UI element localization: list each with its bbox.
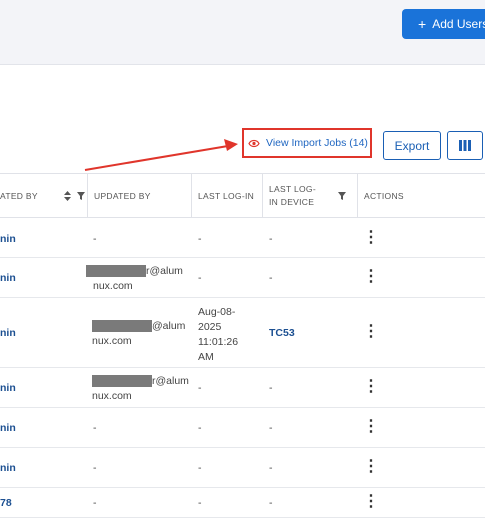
last-login-cell: - xyxy=(198,462,202,474)
created-by-cell[interactable]: nin xyxy=(0,382,16,394)
table-row: nin r@alum nux.com - - ⋮ xyxy=(0,258,485,298)
col-updated-by[interactable]: UPDATED BY xyxy=(87,174,191,218)
add-users-button[interactable]: + Add Users xyxy=(402,9,485,39)
updated-by-cell: r@alum nux.com xyxy=(92,375,189,402)
created-by-cell[interactable]: 78 xyxy=(0,497,12,509)
updated-by-cell: @alum nux.com xyxy=(92,320,186,347)
created-by-cell[interactable]: nin xyxy=(0,327,16,339)
eye-icon xyxy=(248,139,260,147)
col-created-by[interactable]: ATED BY xyxy=(0,174,87,218)
kebab-icon[interactable]: ⋮ xyxy=(363,459,379,475)
last-login-cell: - xyxy=(198,272,202,284)
columns-button[interactable] xyxy=(447,131,483,160)
kebab-icon[interactable]: ⋮ xyxy=(363,230,379,246)
created-by-cell[interactable]: nin xyxy=(0,233,16,245)
redacted-email xyxy=(92,375,152,388)
updated-by-cell: r@alum nux.com xyxy=(86,264,183,294)
table-row: nin - - - ⋮ xyxy=(0,448,485,488)
kebab-icon[interactable]: ⋮ xyxy=(363,419,379,435)
last-login-cell: - xyxy=(198,497,202,509)
device-cell: - xyxy=(269,272,273,284)
kebab-icon[interactable]: ⋮ xyxy=(363,324,379,340)
add-users-label: Add Users xyxy=(432,17,485,31)
redacted-email xyxy=(86,265,146,278)
device-cell: - xyxy=(269,422,273,434)
table-row: nin - - - ⋮ xyxy=(0,408,485,448)
updated-by-cell: - xyxy=(93,422,97,434)
updated-by-cell: - xyxy=(93,497,97,509)
device-cell: - xyxy=(269,233,273,245)
top-header: + Add Users xyxy=(0,0,485,65)
table-row: nin @alum nux.com Aug-08- 2025 11:01:26 … xyxy=(0,298,485,368)
last-login-cell: - xyxy=(198,233,202,245)
last-login-cell: Aug-08- 2025 11:01:26 AM xyxy=(198,306,239,363)
device-cell: - xyxy=(269,382,273,394)
kebab-icon[interactable]: ⋮ xyxy=(363,379,379,395)
kebab-icon[interactable]: ⋮ xyxy=(363,269,379,285)
table-row: 78 - - - ⋮ xyxy=(0,488,485,518)
filter-icon[interactable] xyxy=(76,192,85,200)
device-cell: - xyxy=(269,462,273,474)
created-by-cell[interactable]: nin xyxy=(0,422,16,434)
columns-icon xyxy=(459,140,471,151)
table-row: nin r@alum nux.com - - ⋮ xyxy=(0,368,485,408)
last-login-cell: - xyxy=(198,382,202,394)
updated-by-cell: - xyxy=(93,462,97,474)
export-button[interactable]: Export xyxy=(383,131,441,160)
redacted-email xyxy=(92,320,152,333)
table-row: nin - - - ⋮ xyxy=(0,218,485,258)
export-label: Export xyxy=(394,138,430,153)
col-last-login[interactable]: LAST LOG-IN xyxy=(191,174,262,218)
col-last-login-device[interactable]: LAST LOG- IN DEVICE xyxy=(262,174,357,218)
view-import-jobs-link[interactable]: View Import Jobs (14) xyxy=(242,128,372,158)
col-actions: ACTIONS xyxy=(357,174,485,218)
table-header: ATED BY UPDATED BY LAST LOG-IN LAST LOG-… xyxy=(0,173,485,218)
filter-icon[interactable] xyxy=(337,192,346,200)
device-cell: - xyxy=(269,497,273,509)
device-cell[interactable]: TC53 xyxy=(269,327,295,339)
sort-icon[interactable] xyxy=(63,191,71,201)
plus-icon: + xyxy=(418,16,427,32)
view-import-jobs-label: View Import Jobs (14) xyxy=(266,137,368,149)
last-login-cell: - xyxy=(198,422,202,434)
created-by-cell[interactable]: nin xyxy=(0,272,16,284)
updated-by-cell: - xyxy=(93,233,97,245)
created-by-cell[interactable]: nin xyxy=(0,462,16,474)
kebab-icon[interactable]: ⋮ xyxy=(363,494,379,510)
